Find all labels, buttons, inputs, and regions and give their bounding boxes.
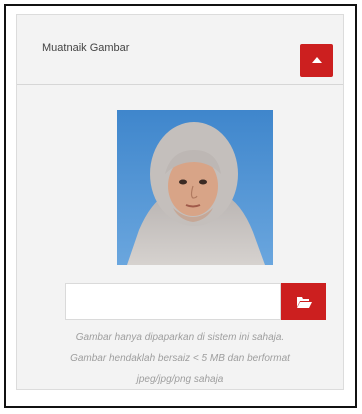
file-path-input[interactable] (65, 283, 281, 320)
profile-photo (117, 110, 273, 265)
panel-title: Muatnaik Gambar (42, 42, 130, 54)
help-line-2: Gambar hendaklah bersaiz < 5 MB dan berf… (70, 353, 290, 364)
browse-button[interactable] (281, 283, 326, 320)
help-text: Gambar hanya dipaparkan di sistem ini sa… (17, 327, 343, 390)
caret-up-icon (311, 57, 322, 63)
upload-panel: Muatnaik Gambar Gambar hanya dipaparkan … (16, 14, 344, 390)
help-line-1: Gambar hanya dipaparkan di sistem ini sa… (75, 332, 285, 343)
outer-frame: Muatnaik Gambar Gambar hanya dipaparkan … (4, 4, 357, 408)
folder-open-icon (296, 296, 312, 308)
collapse-button[interactable] (300, 44, 333, 77)
help-line-3: jpeg/jpg/png sahaja (136, 374, 224, 385)
panel-header: Muatnaik Gambar (17, 15, 343, 85)
portrait-image (117, 110, 273, 265)
